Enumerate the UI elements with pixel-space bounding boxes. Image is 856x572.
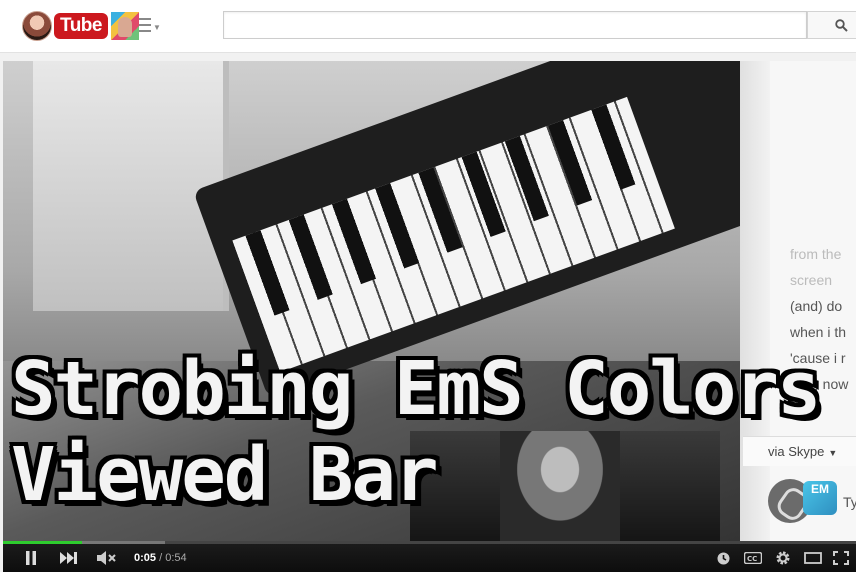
- title-line-1: Strobing EmS Colors: [11, 346, 821, 432]
- video-title-overlay: Strobing EmS Colors Viewed Bar: [11, 346, 821, 518]
- duration: 0:54: [165, 552, 187, 564]
- youtube-logo[interactable]: Tube: [22, 11, 139, 41]
- search-button[interactable]: [807, 11, 856, 39]
- video-player[interactable]: from the screen (and) do when i th 'caus…: [3, 61, 856, 572]
- search-input[interactable]: [223, 11, 807, 39]
- logo-right-avatar: [110, 12, 139, 40]
- chevron-down-icon: ▼: [828, 448, 838, 458]
- chat-input-text: Ty: [843, 494, 856, 510]
- player-controls: 0:05 / 0:54 CC: [3, 544, 856, 572]
- chat-line: (and) do: [790, 298, 843, 314]
- theater-mode-icon: [804, 552, 822, 564]
- settings-button[interactable]: [771, 544, 795, 572]
- watch-later-icon: [717, 552, 729, 564]
- theater-mode-button[interactable]: [800, 544, 826, 572]
- pause-icon: [26, 551, 36, 565]
- logo-tube-text: Tube: [54, 13, 108, 39]
- settings-icon: [776, 551, 790, 565]
- chat-line: screen: [790, 272, 833, 288]
- search-icon: [835, 19, 848, 32]
- fullscreen-button[interactable]: [829, 544, 853, 572]
- current-time: 0:05: [134, 552, 157, 564]
- play-pause-button[interactable]: [19, 544, 43, 572]
- mute-icon: [97, 551, 116, 565]
- fullscreen-icon: [833, 551, 849, 565]
- time-separator: /: [156, 552, 166, 564]
- chat-line: from the: [790, 246, 842, 262]
- logo-left-avatar: [22, 11, 52, 41]
- guide-menu-icon: [139, 18, 151, 32]
- chevron-down-icon: ▼: [153, 23, 161, 32]
- title-line-2: Viewed Bar: [11, 432, 439, 518]
- watch-later-button[interactable]: [713, 544, 733, 572]
- video-frame[interactable]: from the screen (and) do when i th 'caus…: [3, 61, 856, 541]
- guide-menu-button[interactable]: ▼: [139, 17, 165, 35]
- svg-text:CC: CC: [747, 555, 757, 563]
- next-icon: [60, 552, 77, 564]
- mute-button[interactable]: [93, 544, 121, 572]
- captions-icon: CC: [744, 552, 762, 564]
- captions-button[interactable]: CC: [741, 544, 765, 572]
- video-background-window: [33, 61, 229, 311]
- masthead: Tube ▼: [0, 0, 856, 53]
- chat-line: when i th: [790, 324, 847, 340]
- time-display: 0:05 / 0:54: [134, 544, 187, 572]
- next-button[interactable]: [55, 544, 83, 572]
